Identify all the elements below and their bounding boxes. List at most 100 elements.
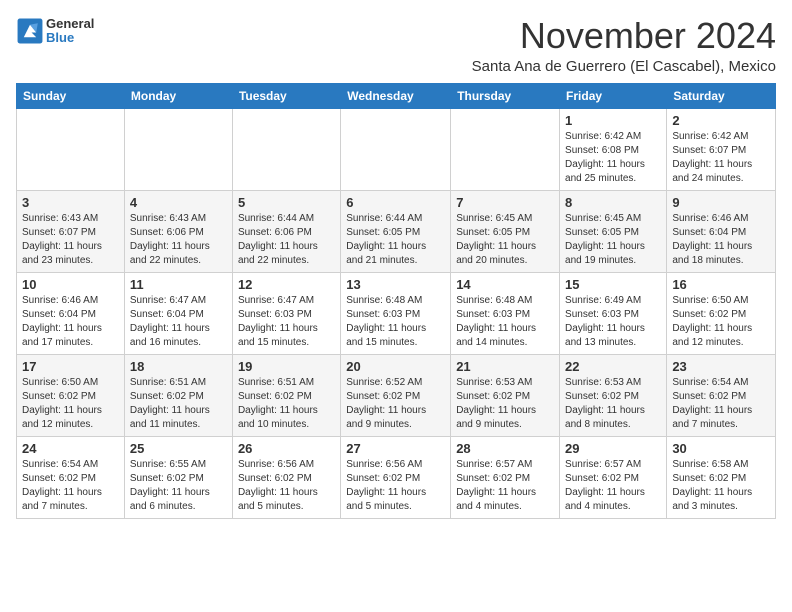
weekday-thursday: Thursday <box>451 83 560 108</box>
day-number: 24 <box>22 441 119 456</box>
day-cell: 19Sunrise: 6:51 AM Sunset: 6:02 PM Dayli… <box>232 354 340 436</box>
day-cell: 14Sunrise: 6:48 AM Sunset: 6:03 PM Dayli… <box>451 272 560 354</box>
logo-line2: Blue <box>46 30 94 46</box>
day-info: Sunrise: 6:42 AM Sunset: 6:07 PM Dayligh… <box>672 130 770 186</box>
day-cell <box>17 108 125 190</box>
day-number: 16 <box>672 277 770 292</box>
day-number: 8 <box>565 195 661 210</box>
day-cell: 28 Sunrise: 6:57 AM Sunset: 6:02 PM Dayli… <box>451 436 560 518</box>
day-info: Sunrise: 6:52 AM Sunset: 6:02 PM Dayligh… <box>346 376 445 432</box>
day-number: 20 <box>346 359 445 374</box>
day-cell <box>341 108 451 190</box>
location-title: Santa Ana de Guerrero (El Cascabel), Mex… <box>472 58 776 75</box>
day-info: Sunrise: 6:42 AM Sunset: 6:08 PM Dayligh… <box>565 130 661 186</box>
day-number: 29 <box>565 441 661 456</box>
day-info: Sunrise: 6:47 AM Sunset: 6:03 PM Dayligh… <box>238 294 335 350</box>
day-cell: 21Sunrise: 6:53 AM Sunset: 6:02 PM Dayli… <box>451 354 560 436</box>
calendar-body: 1 Sunrise: 6:42 AM Sunset: 6:08 PM Daylig… <box>17 108 776 518</box>
day-info: Sunrise: 6:56 AM Sunset: 6:02 PM Dayligh… <box>346 458 445 514</box>
day-info: Sunrise: 6:57 AM Sunset: 6:02 PM Dayligh… <box>456 458 554 514</box>
day-number: 3 <box>22 195 119 210</box>
day-cell: 24Sunrise: 6:54 AM Sunset: 6:02 PM Dayli… <box>17 436 125 518</box>
day-number: 17 <box>22 359 119 374</box>
day-info: Sunrise: 6:49 AM Sunset: 6:03 PM Dayligh… <box>565 294 661 350</box>
day-cell: 20 Sunrise: 6:52 AM Sunset: 6:02 PM Dayli… <box>341 354 451 436</box>
day-info: Sunrise: 6:47 AM Sunset: 6:04 PM Dayligh… <box>130 294 227 350</box>
logo-icon <box>16 17 44 45</box>
day-cell: 9Sunrise: 6:46 AM Sunset: 6:04 PM Daylig… <box>667 190 776 272</box>
day-cell: 11 Sunrise: 6:47 AM Sunset: 6:04 PM Dayli… <box>124 272 232 354</box>
day-number: 26 <box>238 441 335 456</box>
weekday-wednesday: Wednesday <box>341 83 451 108</box>
week-row-0: 1 Sunrise: 6:42 AM Sunset: 6:08 PM Daylig… <box>17 108 776 190</box>
day-info: Sunrise: 6:56 AM Sunset: 6:02 PM Dayligh… <box>238 458 335 514</box>
day-info: Sunrise: 6:46 AM Sunset: 6:04 PM Dayligh… <box>22 294 119 350</box>
day-cell: 29 Sunrise: 6:57 AM Sunset: 6:02 PM Dayli… <box>560 436 667 518</box>
weekday-tuesday: Tuesday <box>232 83 340 108</box>
day-info: Sunrise: 6:51 AM Sunset: 6:02 PM Dayligh… <box>130 376 227 432</box>
day-cell: 5 Sunrise: 6:44 AM Sunset: 6:06 PM Daylig… <box>232 190 340 272</box>
day-info: Sunrise: 6:45 AM Sunset: 6:05 PM Dayligh… <box>565 212 661 268</box>
day-cell: 18 Sunrise: 6:51 AM Sunset: 6:02 PM Dayli… <box>124 354 232 436</box>
month-title: November 2024 <box>472 16 776 56</box>
weekday-saturday: Saturday <box>667 83 776 108</box>
day-cell: 8 Sunrise: 6:45 AM Sunset: 6:05 PM Daylig… <box>560 190 667 272</box>
day-number: 27 <box>346 441 445 456</box>
week-row-1: 3 Sunrise: 6:43 AM Sunset: 6:07 PM Daylig… <box>17 190 776 272</box>
day-info: Sunrise: 6:43 AM Sunset: 6:06 PM Dayligh… <box>130 212 227 268</box>
day-info: Sunrise: 6:55 AM Sunset: 6:02 PM Dayligh… <box>130 458 227 514</box>
day-cell: 2 Sunrise: 6:42 AM Sunset: 6:07 PM Daylig… <box>667 108 776 190</box>
title-block: November 2024 Santa Ana de Guerrero (El … <box>472 16 776 75</box>
day-cell <box>232 108 340 190</box>
day-info: Sunrise: 6:53 AM Sunset: 6:02 PM Dayligh… <box>565 376 661 432</box>
day-cell: 4 Sunrise: 6:43 AM Sunset: 6:06 PM Daylig… <box>124 190 232 272</box>
day-number: 28 <box>456 441 554 456</box>
day-cell: 1 Sunrise: 6:42 AM Sunset: 6:08 PM Daylig… <box>560 108 667 190</box>
day-cell: 26 Sunrise: 6:56 AM Sunset: 6:02 PM Dayli… <box>232 436 340 518</box>
day-info: Sunrise: 6:43 AM Sunset: 6:07 PM Dayligh… <box>22 212 119 268</box>
day-cell: 23 Sunrise: 6:54 AM Sunset: 6:02 PM Dayli… <box>667 354 776 436</box>
logo: General Blue <box>16 16 94 45</box>
day-number: 1 <box>565 113 661 128</box>
day-number: 11 <box>130 277 227 292</box>
calendar-table: SundayMondayTuesdayWednesdayThursdayFrid… <box>16 83 776 519</box>
day-number: 19 <box>238 359 335 374</box>
day-cell: 3 Sunrise: 6:43 AM Sunset: 6:07 PM Daylig… <box>17 190 125 272</box>
day-number: 12 <box>238 277 335 292</box>
weekday-monday: Monday <box>124 83 232 108</box>
day-info: Sunrise: 6:45 AM Sunset: 6:05 PM Dayligh… <box>456 212 554 268</box>
weekday-friday: Friday <box>560 83 667 108</box>
day-number: 18 <box>130 359 227 374</box>
day-number: 22 <box>565 359 661 374</box>
day-info: Sunrise: 6:53 AM Sunset: 6:02 PM Dayligh… <box>456 376 554 432</box>
day-cell: 27 Sunrise: 6:56 AM Sunset: 6:02 PM Dayli… <box>341 436 451 518</box>
day-info: Sunrise: 6:48 AM Sunset: 6:03 PM Dayligh… <box>346 294 445 350</box>
day-number: 6 <box>346 195 445 210</box>
day-info: Sunrise: 6:50 AM Sunset: 6:02 PM Dayligh… <box>672 294 770 350</box>
day-number: 15 <box>565 277 661 292</box>
day-number: 9 <box>672 195 770 210</box>
day-cell: 16 Sunrise: 6:50 AM Sunset: 6:02 PM Dayli… <box>667 272 776 354</box>
day-number: 2 <box>672 113 770 128</box>
day-info: Sunrise: 6:44 AM Sunset: 6:05 PM Dayligh… <box>346 212 445 268</box>
day-number: 30 <box>672 441 770 456</box>
day-info: Sunrise: 6:48 AM Sunset: 6:03 PM Dayligh… <box>456 294 554 350</box>
week-row-2: 10Sunrise: 6:46 AM Sunset: 6:04 PM Dayli… <box>17 272 776 354</box>
week-row-3: 17Sunrise: 6:50 AM Sunset: 6:02 PM Dayli… <box>17 354 776 436</box>
day-cell: 12 Sunrise: 6:47 AM Sunset: 6:03 PM Dayli… <box>232 272 340 354</box>
day-info: Sunrise: 6:54 AM Sunset: 6:02 PM Dayligh… <box>672 376 770 432</box>
day-cell <box>451 108 560 190</box>
day-info: Sunrise: 6:58 AM Sunset: 6:02 PM Dayligh… <box>672 458 770 514</box>
day-number: 23 <box>672 359 770 374</box>
day-cell: 15 Sunrise: 6:49 AM Sunset: 6:03 PM Dayli… <box>560 272 667 354</box>
day-number: 4 <box>130 195 227 210</box>
day-cell: 17Sunrise: 6:50 AM Sunset: 6:02 PM Dayli… <box>17 354 125 436</box>
day-info: Sunrise: 6:57 AM Sunset: 6:02 PM Dayligh… <box>565 458 661 514</box>
page-header: General Blue November 2024 Santa Ana de … <box>16 16 776 75</box>
day-info: Sunrise: 6:44 AM Sunset: 6:06 PM Dayligh… <box>238 212 335 268</box>
day-number: 5 <box>238 195 335 210</box>
week-row-4: 24Sunrise: 6:54 AM Sunset: 6:02 PM Dayli… <box>17 436 776 518</box>
day-cell: 30 Sunrise: 6:58 AM Sunset: 6:02 PM Dayli… <box>667 436 776 518</box>
weekday-header-row: SundayMondayTuesdayWednesdayThursdayFrid… <box>17 83 776 108</box>
day-number: 7 <box>456 195 554 210</box>
